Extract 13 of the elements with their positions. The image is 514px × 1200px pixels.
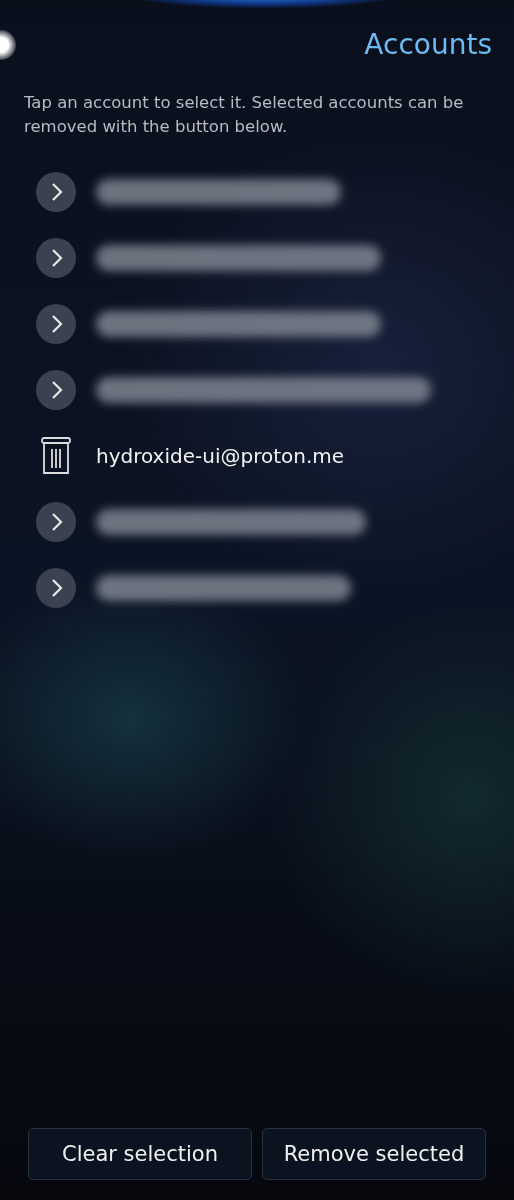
chevron-right-icon [36,370,76,410]
chevron-right-icon [36,304,76,344]
account-email: hydroxide-ui@proton.me [96,444,345,468]
action-button[interactable]: Remove selected [262,1128,486,1180]
instructions-text: Tap an account to select it. Selected accounts can be removed with the button below. [24,92,465,138]
action-button[interactable]: Clear selection [28,1128,252,1180]
chevron-right-icon [36,502,76,542]
chevron-right-icon [36,238,76,278]
chevron-right-icon [36,172,76,212]
page-title: Accounts [364,28,492,61]
account-item[interactable]: hydroxide-ui@proton.me [36,423,514,489]
chevron-right-icon [36,568,76,608]
trash-icon [41,437,71,475]
